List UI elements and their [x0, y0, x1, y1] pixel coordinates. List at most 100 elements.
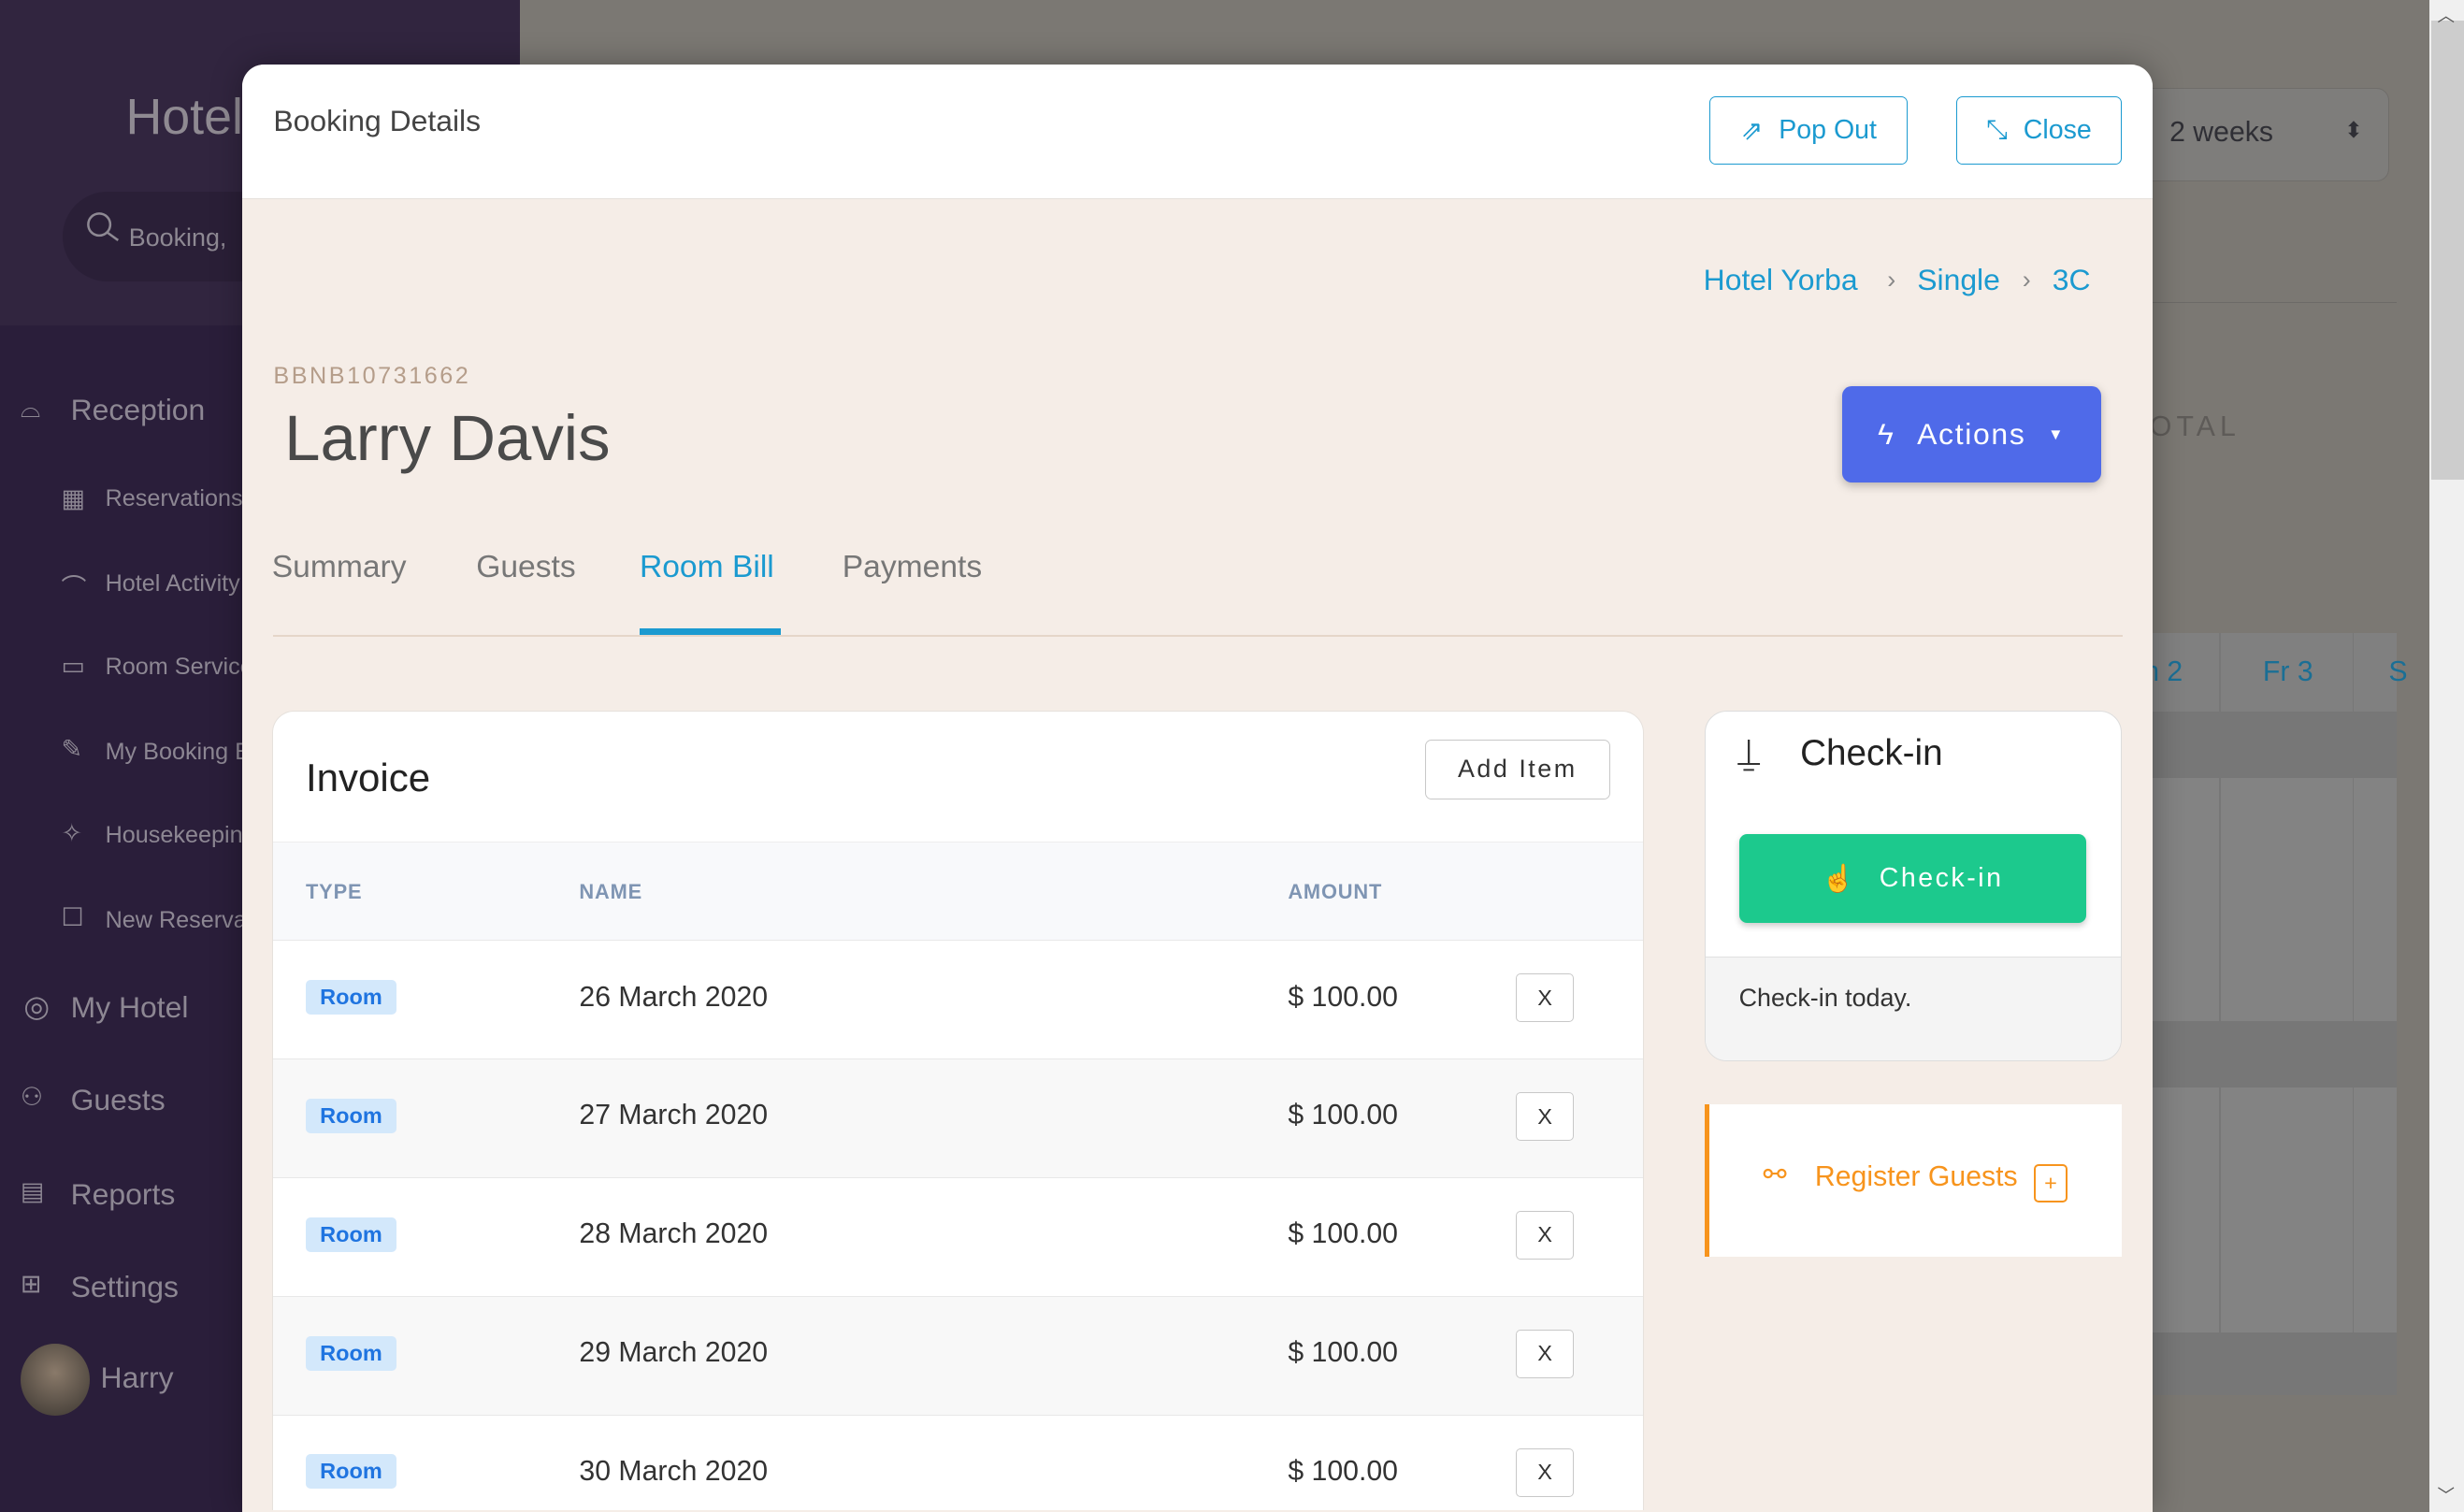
scroll-down-icon[interactable]: ﹀ [2437, 1483, 2454, 1507]
handshake-icon: ⚯ [1763, 1159, 1787, 1190]
checkin-button[interactable]: ☝ Check-in [1738, 833, 2086, 924]
checkin-today: today [1845, 984, 1905, 1013]
item-amount: $ 100.00 [1288, 1456, 1399, 1488]
bell-icon: ⌓ [20, 394, 41, 423]
sliders-icon: ⊞ [20, 1269, 42, 1298]
search-icon [86, 212, 119, 242]
actions-label: Actions [1917, 417, 2026, 452]
invoice-card: Invoice Add Item TYPE NAME AMOUNT Room 26… [271, 710, 1644, 1510]
breadcrumb-room[interactable]: 3C [2053, 263, 2091, 297]
users-icon: ⚇ [20, 1082, 43, 1111]
calendar-group-row [2137, 712, 2397, 778]
day-header: Fr 3 [2262, 656, 2313, 688]
sidebar-item-settings[interactable]: Settings [71, 1270, 179, 1304]
booking-icon: ✎ [61, 735, 83, 764]
lightning-icon: ϟ [1878, 417, 1895, 452]
sidebar-item-housekeeping[interactable]: Housekeeping [106, 822, 256, 849]
item-name: 27 March 2020 [579, 1100, 769, 1131]
checkin-note-end: . [1904, 984, 1912, 1013]
calendar-icon: ▦ [61, 483, 85, 512]
remove-item-button[interactable]: X [1515, 1447, 1575, 1497]
caret-down-icon: ▼ [2048, 425, 2066, 443]
sidebar-item-my-hotel[interactable]: My Hotel [71, 990, 189, 1025]
tab-guests[interactable]: Guests [476, 550, 575, 585]
type-badge: Room [306, 979, 396, 1015]
table-row: Room 28 March 2020 $ 100.00 X [272, 1178, 1643, 1297]
brand-logo: Hotel [125, 89, 243, 146]
checkin-note-text: Check-in [1738, 984, 1846, 1013]
remove-item-button[interactable]: X [1515, 973, 1575, 1023]
room-service-icon: ▭ [61, 652, 85, 681]
table-row: Room 26 March 2020 $ 100.00 X [272, 941, 1643, 1059]
type-badge: Room [306, 1335, 396, 1371]
item-amount: $ 100.00 [1288, 1100, 1399, 1131]
scrollbar-thumb[interactable] [2430, 20, 2464, 480]
presentation-icon: ▤ [20, 1176, 45, 1205]
calendar-group-row [2137, 1332, 2397, 1396]
register-guests-card[interactable]: ⚯ Register Guests + [1705, 1104, 2122, 1258]
column-name: NAME [579, 880, 643, 904]
register-guests-plus-button[interactable]: + [2033, 1164, 2068, 1202]
close-button[interactable]: ⤡ Close [1956, 95, 2122, 166]
range-select[interactable]: 2 weeks ⬍ [2137, 88, 2389, 181]
type-badge: Room [306, 1454, 396, 1490]
calendar-grid: n 2 Fr 3 S [2137, 633, 2408, 1396]
invoice-title: Invoice [306, 755, 431, 799]
calendar-group-row [2137, 1021, 2397, 1087]
sidebar-item-room-service[interactable]: Room Service [106, 654, 253, 681]
sidebar-item-new-reservation[interactable]: New Reserva [106, 907, 247, 934]
remove-item-button[interactable]: X [1515, 1210, 1575, 1260]
sidebar-item-reservations[interactable]: Reservations [106, 485, 243, 512]
breadcrumb-hotel[interactable]: Hotel Yorba [1704, 263, 1858, 297]
pop-out-button[interactable]: ⇗ Pop Out [1709, 95, 1909, 166]
range-select-value: 2 weeks [2169, 117, 2273, 149]
item-amount: $ 100.00 [1288, 981, 1399, 1013]
user-name[interactable]: Harry [101, 1361, 174, 1395]
type-badge: Room [306, 1217, 396, 1252]
item-amount: $ 100.00 [1288, 1218, 1399, 1250]
modal-header: Booking Details ⇗ Pop Out ⤡ Close [241, 64, 2154, 199]
checkin-button-label: Check-in [1879, 863, 2004, 894]
sidebar-item-guests[interactable]: Guests [71, 1083, 166, 1117]
compress-icon: ⤡ [1986, 114, 2008, 145]
breadcrumb-separator: › [1887, 265, 1896, 294]
checkin-title: Check-in [1800, 733, 1943, 774]
avatar[interactable] [20, 1343, 90, 1417]
table-row: Room 29 March 2020 $ 100.00 X [272, 1296, 1643, 1416]
sidebar-item-my-booking[interactable]: My Booking E [106, 739, 251, 766]
column-type: TYPE [306, 880, 363, 904]
modal-title: Booking Details [273, 103, 482, 137]
search-placeholder: Booking, [128, 223, 227, 252]
column-amount: AMOUNT [1288, 880, 1383, 904]
day-header: S [2388, 656, 2408, 688]
booking-details-modal: Booking Details ⇗ Pop Out ⤡ Close Hotel Yo… [241, 64, 2154, 1512]
thumbs-up-icon: ☝ [1822, 863, 1858, 894]
add-item-button[interactable]: Add Item [1424, 739, 1611, 799]
remove-item-button[interactable]: X [1515, 1329, 1575, 1378]
pop-out-label: Pop Out [1779, 114, 1877, 145]
sidebar-item-reception[interactable]: Reception [71, 393, 206, 427]
scroll-up-icon[interactable]: ︿ [2437, 3, 2454, 27]
tabs-divider [273, 634, 2124, 637]
breadcrumb-room-type[interactable]: Single [1917, 263, 2000, 297]
edit-icon: ☐ [61, 903, 84, 932]
sort-icon: ⬍ [2344, 118, 2363, 143]
magic-wand-icon: ✧ [61, 818, 83, 847]
guest-name: Larry Davis [284, 401, 611, 474]
item-amount: $ 100.00 [1288, 1337, 1399, 1369]
inbox-icon: ⌒ [61, 573, 87, 602]
stamp-icon: ⍊ [1736, 729, 1761, 773]
total-label: OTAL [2149, 411, 2241, 443]
sidebar-item-hotel-activity[interactable]: Hotel Activity [106, 570, 240, 598]
item-name: 26 March 2020 [579, 981, 769, 1013]
booking-ref: BBNB10731662 [273, 363, 471, 390]
tab-room-bill[interactable]: Room Bill [640, 550, 774, 585]
sidebar-item-reports[interactable]: Reports [71, 1177, 176, 1212]
register-guests-label[interactable]: Register Guests [1815, 1161, 2018, 1193]
share-icon: ⇗ [1740, 115, 1764, 146]
actions-button[interactable]: ϟ Actions ▼ [1841, 386, 2101, 482]
table-row: Room 30 March 2020 $ 100.00 X [273, 1415, 1643, 1509]
remove-item-button[interactable]: X [1515, 1092, 1575, 1142]
tab-summary[interactable]: Summary [272, 550, 407, 585]
tab-payments[interactable]: Payments [843, 550, 982, 585]
